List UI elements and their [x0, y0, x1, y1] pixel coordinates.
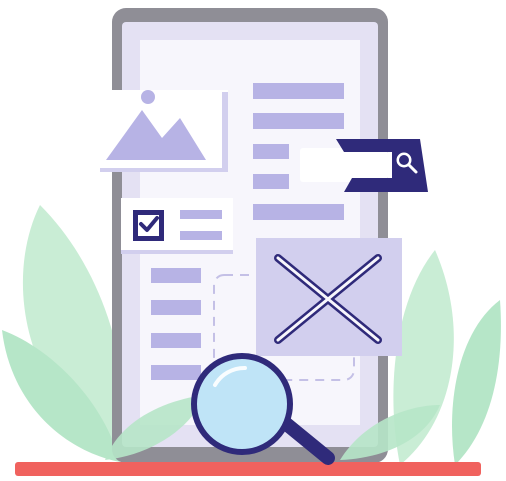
checkbox-card-edge: [121, 250, 233, 254]
checkbox-line: [180, 210, 222, 219]
checkbox-line: [180, 231, 222, 240]
illustration-stage: [0, 0, 506, 481]
list-line: [151, 300, 201, 315]
list-line: [151, 365, 201, 380]
checkbox-checked-icon: [133, 210, 164, 241]
search-bar-inner: [352, 152, 390, 178]
image-card: [100, 90, 228, 172]
text-line: [253, 174, 289, 189]
error-card: [256, 238, 402, 356]
floor-bar: [15, 462, 481, 476]
text-line: [253, 113, 344, 129]
list-line: [151, 333, 201, 348]
text-line: [253, 204, 344, 220]
text-line: [253, 83, 344, 99]
leaf-icon: [452, 300, 501, 465]
checkbox-card: [121, 198, 233, 254]
document-search-illustration: [2, 8, 501, 476]
text-line: [253, 144, 289, 159]
list-line: [151, 268, 201, 283]
